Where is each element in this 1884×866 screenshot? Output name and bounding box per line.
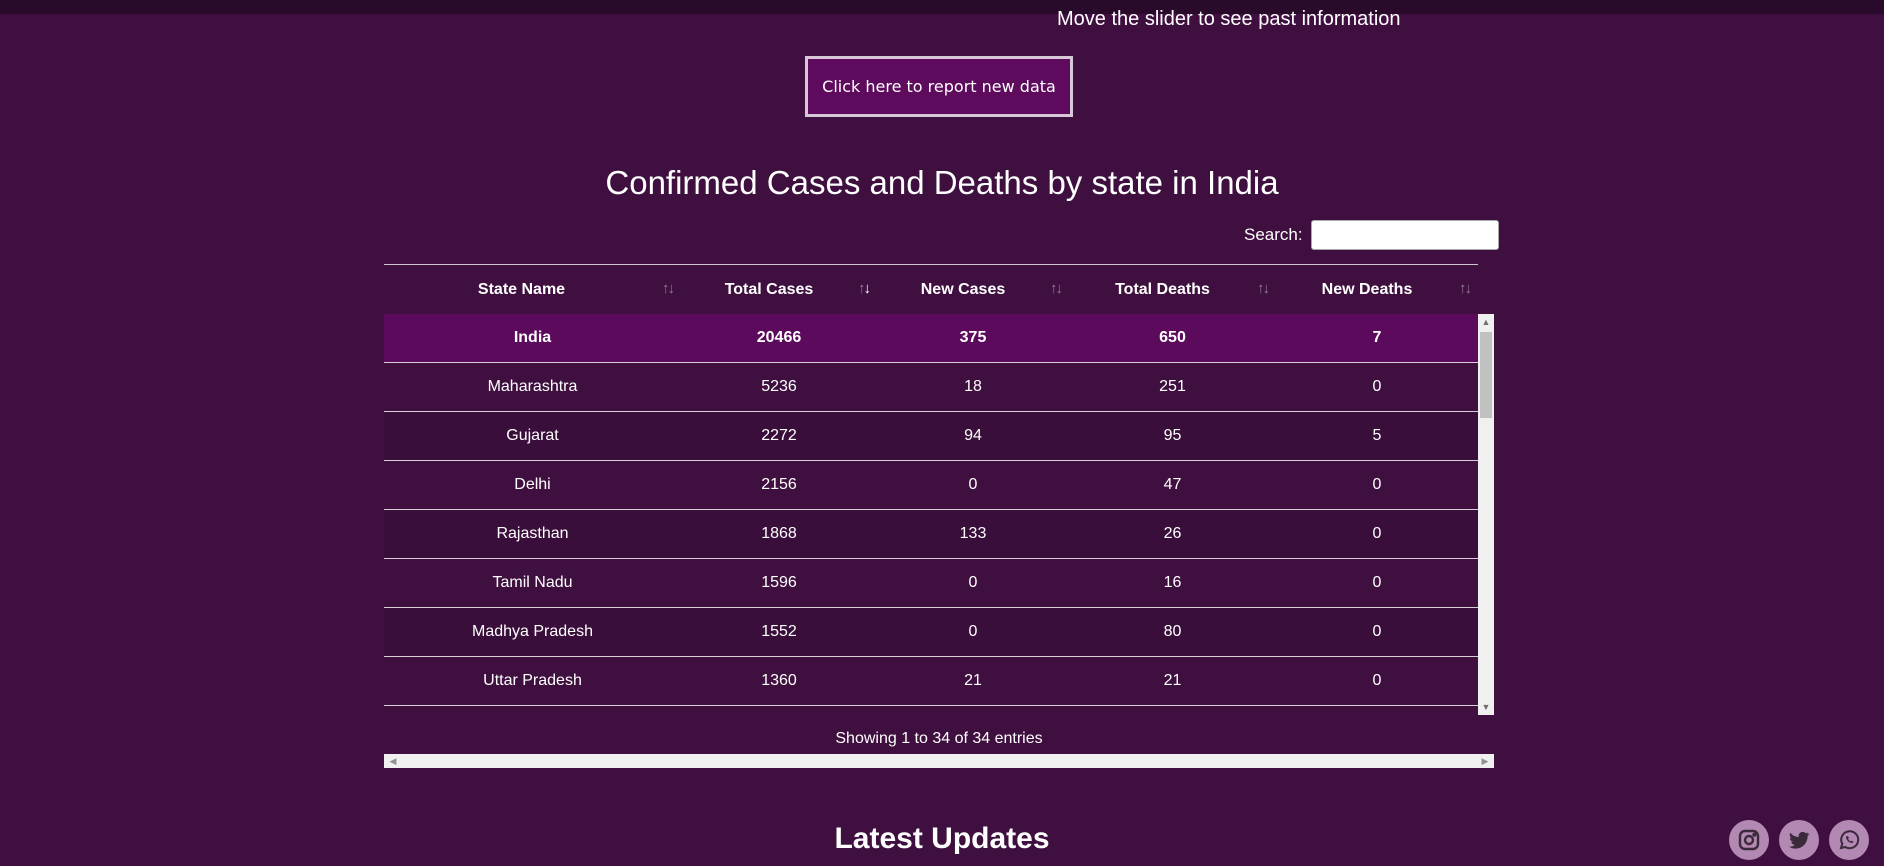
scroll-left-arrow-icon[interactable]: ◀ [386, 754, 400, 768]
report-new-data-button[interactable]: Click here to report new data [805, 56, 1073, 117]
cell-total-deaths: 650 [1159, 329, 1186, 346]
cell-total-cases: 1552 [761, 623, 797, 640]
cell-new-cases: 0 [968, 476, 978, 493]
cell-new-cases: 133 [959, 525, 987, 542]
cell-total-deaths: 80 [1163, 623, 1182, 640]
cell-new-cases: 94 [964, 427, 982, 444]
column-header-total-deaths[interactable]: Total Deaths ↑↓ [1069, 265, 1276, 314]
cell-total-deaths: 16 [1163, 574, 1182, 591]
table-body-scroll-area[interactable]: India 20466 375 650 7 Maharashtra 5236 1… [384, 314, 1494, 715]
table-row: Maharashtra 5236 18 251 0 [384, 363, 1478, 412]
sort-descending-icon: ↑↓ [858, 280, 871, 297]
cell-new-deaths: 7 [1372, 329, 1382, 346]
cell-state: Maharashtra [487, 378, 578, 395]
cell-new-deaths: 0 [1372, 672, 1382, 689]
sort-arrows-icon: ↑↓ [662, 280, 675, 297]
sort-arrows-icon: ↑↓ [1257, 280, 1270, 297]
cell-total-deaths: 251 [1159, 378, 1186, 395]
cell-new-cases: 375 [959, 329, 987, 346]
cell-total-deaths: 21 [1163, 672, 1182, 689]
vertical-scrollbar[interactable]: ▲ ▼ [1478, 314, 1494, 715]
cell-state: India [513, 329, 552, 346]
cell-total-cases: 1596 [761, 574, 797, 591]
table-row: Uttar Pradesh 1360 21 21 0 [384, 657, 1478, 706]
column-header-label: Total Deaths [1115, 280, 1210, 298]
cell-state: Rajasthan [496, 525, 569, 542]
search-label: Search: [1244, 225, 1303, 244]
column-header-label: New Deaths [1321, 280, 1413, 298]
top-bar [0, 0, 1884, 14]
cell-new-cases: 0 [968, 623, 978, 640]
whatsapp-icon[interactable] [1829, 820, 1869, 860]
cell-total-deaths: 26 [1163, 525, 1182, 542]
horizontal-scrollbar[interactable]: ◀ ▶ [384, 754, 1494, 768]
cell-total-cases: 2272 [761, 427, 797, 444]
cell-state: Madhya Pradesh [472, 623, 593, 640]
column-header-label: Total Cases [724, 280, 814, 298]
column-header-new-cases[interactable]: New Cases ↑↓ [877, 265, 1069, 314]
sort-arrows-icon: ↑↓ [1050, 280, 1063, 297]
scroll-up-arrow-icon[interactable]: ▲ [1478, 315, 1494, 329]
search-input[interactable] [1310, 220, 1499, 250]
scroll-down-arrow-icon[interactable]: ▼ [1478, 700, 1494, 714]
cell-total-deaths: 47 [1163, 476, 1182, 493]
cell-new-deaths: 0 [1372, 476, 1382, 493]
column-header-new-deaths[interactable]: New Deaths ↑↓ [1276, 265, 1478, 314]
cell-new-deaths: 5 [1372, 427, 1382, 444]
cell-state: Delhi [514, 476, 551, 493]
cell-total-cases: 5236 [761, 378, 797, 395]
sort-arrows-icon: ↑↓ [1459, 280, 1472, 297]
cell-total-cases: 2156 [761, 476, 797, 493]
cell-new-deaths: 0 [1372, 623, 1382, 640]
column-header-total-cases[interactable]: Total Cases ↑↓ [681, 265, 877, 314]
cell-total-cases: 1360 [761, 672, 797, 689]
table-row: Rajasthan 1868 133 26 0 [384, 510, 1478, 559]
table-row: Tamil Nadu 1596 0 16 0 [384, 559, 1478, 608]
column-header-label: New Cases [920, 280, 1006, 298]
scroll-right-arrow-icon[interactable]: ▶ [1478, 754, 1492, 768]
table-info-text: Showing 1 to 34 of 34 entries [835, 730, 1043, 747]
table-row-total: India 20466 375 650 7 [384, 314, 1478, 363]
table-body: India 20466 375 650 7 Maharashtra 5236 1… [384, 314, 1478, 706]
cell-state: Tamil Nadu [492, 574, 573, 591]
cell-new-deaths: 0 [1372, 574, 1382, 591]
table-row: Delhi 2156 0 47 0 [384, 461, 1478, 510]
cell-new-cases: 18 [964, 378, 982, 395]
twitter-icon[interactable] [1779, 820, 1819, 860]
cell-new-cases: 0 [968, 574, 978, 591]
latest-updates-heading: Latest Updates [834, 822, 1050, 855]
table-row: Gujarat 2272 94 95 5 [384, 412, 1478, 461]
cell-total-cases: 20466 [756, 329, 802, 346]
instagram-icon[interactable] [1729, 820, 1769, 860]
table-header-row: State Name ↑↓ Total Cases ↑↓ New Cases ↑… [384, 264, 1478, 316]
table-search: Search: [1244, 219, 1499, 251]
column-header-state-name[interactable]: State Name ↑↓ [384, 265, 681, 314]
cell-total-deaths: 95 [1163, 427, 1182, 444]
scrollbar-thumb[interactable] [1480, 332, 1492, 418]
column-header-label: State Name [477, 280, 566, 298]
cell-state: Gujarat [506, 427, 559, 444]
cell-state: Uttar Pradesh [483, 672, 582, 689]
page-title: Confirmed Cases and Deaths by state in I… [605, 164, 1279, 201]
cell-new-cases: 21 [964, 672, 982, 689]
table-row: Madhya Pradesh 1552 0 80 0 [384, 608, 1478, 657]
cell-total-cases: 1868 [761, 525, 797, 542]
cell-new-deaths: 0 [1372, 525, 1382, 542]
cell-new-deaths: 0 [1372, 378, 1382, 395]
slider-hint-text: Move the slider to see past information [1057, 8, 1401, 30]
